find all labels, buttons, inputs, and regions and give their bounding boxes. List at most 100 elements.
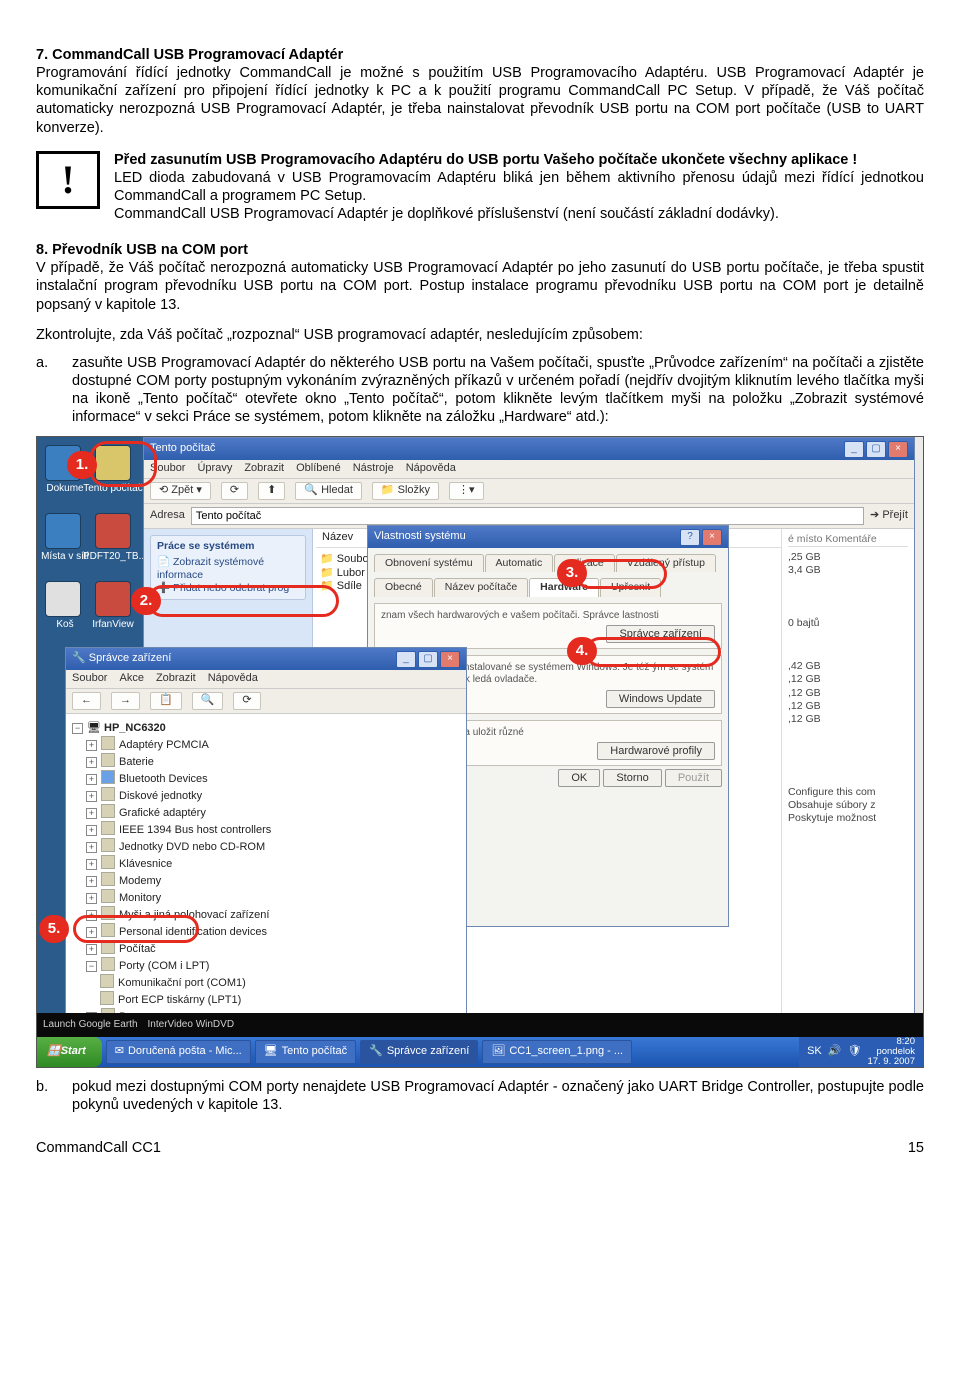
taskbar-item[interactable]: 🖥 Tento počítač	[255, 1040, 356, 1064]
side-section-heading: Práce se systémem	[157, 540, 299, 553]
windows-update-button[interactable]: Windows Update	[606, 690, 715, 708]
right-column: é místo Komentáře ,25 GB 3,4 GB 0 bajtů …	[781, 529, 914, 1019]
menu-item[interactable]: Akce	[119, 672, 143, 686]
recycle-bin-icon[interactable]	[45, 581, 81, 617]
folders-button[interactable]: 📁 Složky	[372, 482, 439, 500]
tree-item[interactable]: IEEE 1394 Bus host controllers	[119, 824, 271, 836]
tab-pcname[interactable]: Název počítače	[434, 578, 528, 596]
maximize-button[interactable]: ▢	[418, 651, 438, 668]
menu-item[interactable]: Nápověda	[406, 462, 456, 476]
device-tree[interactable]: −🖥 HP_NC6320 +Adaptéry PCMCIA +Baterie +…	[72, 720, 460, 1008]
tab-row: Obnovení systému Automatic ualizace Vzdá…	[374, 554, 722, 572]
taskbar-item[interactable]: ✉ Doručená pošta - Mic...	[106, 1040, 251, 1064]
ql-item[interactable]: Launch Google Earth	[43, 1019, 138, 1032]
tb-icon[interactable]: →	[111, 692, 140, 710]
fwd-button[interactable]: ⟳	[221, 482, 248, 500]
up-button[interactable]: ⬆	[258, 482, 285, 500]
tree-item[interactable]: Monitory	[119, 892, 161, 904]
tab-auto[interactable]: Automatic	[485, 554, 554, 572]
sec7-p1: Programování řídící jednotky CommandCall…	[36, 64, 924, 137]
help-button[interactable]: ?	[680, 529, 700, 546]
tab-restore[interactable]: Obnovení systému	[374, 554, 484, 572]
footer-left: CommandCall CC1	[36, 1139, 161, 1157]
cancel-button[interactable]: Storno	[603, 769, 661, 787]
list-item[interactable]: 📁 Lubor	[320, 567, 369, 581]
tb-icon[interactable]: ←	[72, 692, 101, 710]
tree-item[interactable]: Modemy	[119, 875, 161, 887]
col-header-right: é místo Komentáře	[788, 533, 908, 547]
warn-line1: Před zasunutím USB Programovacího Adapté…	[114, 152, 857, 168]
tree-subitem[interactable]: Komunikační port (COM1)	[118, 977, 246, 989]
callout-5: 5.	[39, 915, 69, 943]
titlebar[interactable]: Tento počítač _ ▢ ×	[144, 438, 914, 460]
tray-icon[interactable]: 🔊	[828, 1045, 842, 1059]
sec7-heading: 7. CommandCall USB Programovací Adaptér	[36, 46, 924, 64]
apply-button[interactable]: Použít	[665, 769, 722, 787]
menu-item[interactable]: Soubor	[72, 672, 107, 686]
tree-subitem[interactable]: Port ECP tiskárny (LPT1)	[118, 994, 241, 1006]
cell: Poskytuje možnost	[788, 812, 908, 825]
titlebar[interactable]: Vlastnosti systému ?×	[368, 526, 728, 548]
tab-general[interactable]: Obecné	[374, 578, 433, 596]
sec8-a: zasuňte USB Programovací Adaptér do někt…	[72, 354, 924, 427]
taskbar-item-active[interactable]: 🔧 Správce zařízení	[360, 1040, 478, 1064]
tree-item[interactable]: Diskové jednotky	[119, 790, 202, 802]
cell: ,12 GB	[788, 713, 908, 726]
tree-item-ports[interactable]: Porty (COM i LPT)	[119, 960, 209, 972]
minimize-button[interactable]: _	[844, 441, 864, 458]
close-button[interactable]: ×	[440, 651, 460, 668]
tb-icon[interactable]: 🔍	[192, 692, 224, 710]
tree-item[interactable]: Klávesnice	[119, 858, 172, 870]
toolbar: ← → 📋 🔍 ⟳	[66, 689, 466, 714]
tree-item[interactable]: Bluetooth Devices	[119, 773, 208, 785]
menu-item[interactable]: Nápověda	[208, 672, 258, 686]
list-label-a: a.	[36, 354, 54, 427]
go-button[interactable]: ➔ Přejít	[870, 509, 908, 523]
taskbar-item[interactable]: 🖼 CC1_screen_1.png - ...	[482, 1040, 632, 1064]
menu-item[interactable]: Zobrazit	[244, 462, 284, 476]
window-title: Vlastnosti systému	[374, 530, 466, 544]
list-item[interactable]: 📁 Soubo	[320, 553, 369, 567]
menu-item[interactable]: Úpravy	[197, 462, 232, 476]
callout-3: 3.	[557, 559, 587, 587]
menu-item[interactable]: Zobrazit	[156, 672, 196, 686]
hw-profiles-button[interactable]: Hardwarové profily	[597, 742, 715, 760]
start-button[interactable]: 🪟 Start	[37, 1037, 102, 1067]
system-tray[interactable]: SK 🔊 🛡 8:20 pondelok 17. 9. 2007	[799, 1037, 923, 1067]
menu-item[interactable]: Oblíbené	[296, 462, 341, 476]
desktop-icon[interactable]	[95, 581, 131, 617]
menubar: Soubor Úpravy Zobrazit Oblíbené Nástroje…	[144, 460, 914, 479]
menu-item[interactable]: Nástroje	[353, 462, 394, 476]
address-input[interactable]	[191, 507, 864, 525]
views-button[interactable]: ⋮▾	[449, 482, 484, 500]
desktop-icon[interactable]	[95, 513, 131, 549]
tree-item[interactable]: Jednotky DVD nebo CD-ROM	[119, 841, 265, 853]
tray-icon[interactable]: 🛡	[847, 1045, 861, 1059]
window-title: Správce zařízení	[89, 652, 172, 664]
tree-item[interactable]: Počítač	[119, 943, 156, 955]
cell: 3,4 GB	[788, 564, 908, 577]
ok-button[interactable]: OK	[558, 769, 600, 787]
side-item-sysinfo[interactable]: 📄 Zobrazit systémové informace	[157, 556, 299, 582]
search-button[interactable]: 🔍 Hledat	[295, 482, 362, 500]
tree-item[interactable]: Baterie	[119, 756, 154, 768]
callout-1: 1.	[67, 451, 97, 479]
tab-row2: Obecné Název počítače Hardware Upřesnit	[374, 578, 722, 596]
tray-icon[interactable]: SK	[807, 1045, 822, 1059]
tb-icon[interactable]: 📋	[150, 692, 182, 710]
close-button[interactable]: ×	[888, 441, 908, 458]
sec8-p1: V případě, že Váš počítač nerozpozná aut…	[36, 259, 924, 313]
minimize-button[interactable]: _	[396, 651, 416, 668]
titlebar[interactable]: 🔧 Správce zařízení _ ▢ ×	[66, 648, 466, 670]
tree-root[interactable]: HP_NC6320	[104, 722, 166, 734]
back-button[interactable]: ⟲ Zpět ▾	[150, 482, 211, 500]
cell: Configure this com	[788, 786, 908, 799]
close-button[interactable]: ×	[702, 529, 722, 546]
ql-item[interactable]: InterVideo WinDVD	[148, 1019, 235, 1032]
hw-text: znam všech hardwarových e vašem počítači…	[381, 610, 715, 623]
tb-icon[interactable]: ⟳	[233, 692, 260, 710]
maximize-button[interactable]: ▢	[866, 441, 886, 458]
desktop-icon[interactable]	[45, 513, 81, 549]
tree-item[interactable]: Adaptéry PCMCIA	[119, 739, 209, 751]
tree-item[interactable]: Grafické adaptéry	[119, 807, 206, 819]
